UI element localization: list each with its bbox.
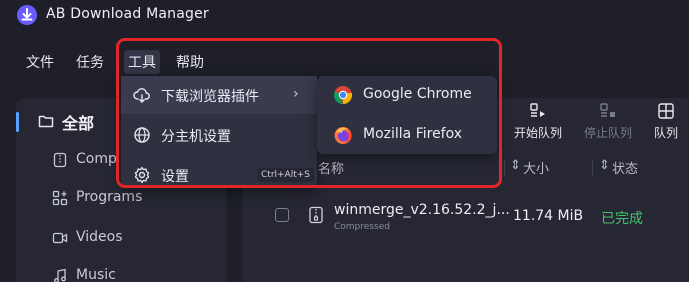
gear-icon bbox=[134, 166, 150, 184]
submenu-item-chrome[interactable]: Google Chrome bbox=[317, 76, 497, 115]
menu-item-browser-extension[interactable]: 下载浏览器插件 › bbox=[121, 76, 317, 114]
title-bar: AB Download Manager bbox=[0, 0, 689, 32]
sidebar-item-label: 全部 bbox=[62, 114, 95, 133]
stop-queue-label: 停止队列 bbox=[583, 126, 632, 140]
folder-icon bbox=[38, 115, 54, 128]
menu-help[interactable]: 帮助 bbox=[172, 50, 208, 74]
queue-button[interactable]: 队列 bbox=[638, 98, 689, 142]
sidebar-item-music[interactable]: Music bbox=[52, 264, 222, 282]
sidebar-item-videos[interactable]: Videos bbox=[52, 226, 222, 250]
menu-item-per-host-settings[interactable]: 分主机设置 bbox=[121, 116, 317, 154]
status-badge: 已完成 bbox=[601, 211, 643, 227]
menu-tasks[interactable]: 任务 bbox=[72, 50, 108, 74]
column-header-status[interactable]: 状态 bbox=[612, 158, 638, 177]
video-icon bbox=[52, 232, 68, 244]
menu-file[interactable]: 文件 bbox=[22, 50, 58, 74]
chrome-icon bbox=[334, 86, 353, 105]
submenu-item-firefox[interactable]: Mozilla Firefox bbox=[317, 116, 497, 155]
menu-item-settings[interactable]: 设置 Ctrl+Alt+S bbox=[121, 156, 317, 194]
file-name: winmerge_v2.16.52.2_j... bbox=[334, 202, 510, 218]
menu-item-label: 下载浏览器插件 bbox=[161, 89, 259, 105]
column-header-name[interactable]: 名称 bbox=[318, 158, 344, 177]
column-divider bbox=[592, 160, 593, 176]
firefox-icon bbox=[334, 127, 352, 144]
sort-icon: ⇕ bbox=[510, 158, 521, 173]
start-queue-label: 开始队列 bbox=[513, 126, 562, 140]
app-title: AB Download Manager bbox=[46, 6, 209, 22]
app-logo-icon bbox=[17, 5, 37, 25]
tools-menu: 下载浏览器插件 › 分主机设置 设置 Ctrl+Alt+S bbox=[121, 76, 317, 188]
table-row[interactable]: winmerge_v2.16.52.2_j... Compressed 11.7… bbox=[242, 198, 689, 232]
queue-label: 队列 bbox=[653, 126, 678, 140]
file-type: Compressed bbox=[334, 222, 390, 232]
queue-icon bbox=[658, 103, 674, 119]
sort-icon: ⇕ bbox=[599, 158, 610, 173]
cloud-download-icon bbox=[133, 88, 150, 103]
compressed-icon bbox=[53, 152, 67, 168]
menu-tools[interactable]: 工具 bbox=[124, 50, 160, 74]
chevron-right-icon: › bbox=[293, 86, 299, 102]
file-size: 11.74 MiB bbox=[513, 208, 584, 224]
programs-icon bbox=[52, 190, 68, 206]
submenu-item-label: Google Chrome bbox=[363, 86, 472, 102]
sidebar-item-label: Comp bbox=[76, 151, 117, 167]
start-queue-button[interactable]: 开始队列 bbox=[510, 98, 566, 142]
menu-bar: 文件 任务 工具 帮助 bbox=[0, 44, 689, 76]
keyboard-shortcut: Ctrl+Alt+S bbox=[257, 168, 314, 182]
row-checkbox[interactable] bbox=[275, 208, 289, 222]
compressed-file-icon bbox=[309, 206, 323, 224]
selection-indicator bbox=[16, 112, 19, 132]
sidebar-item-label: Videos bbox=[76, 229, 123, 245]
column-divider bbox=[504, 160, 505, 176]
music-icon bbox=[54, 268, 66, 282]
globe-icon bbox=[134, 127, 150, 143]
submenu-item-label: Mozilla Firefox bbox=[363, 126, 463, 142]
menu-item-label: 设置 bbox=[161, 169, 189, 185]
sidebar-item-label: Music bbox=[76, 267, 116, 282]
stop-queue-icon bbox=[600, 103, 615, 117]
start-queue-icon bbox=[530, 103, 545, 117]
menu-item-label: 分主机设置 bbox=[161, 129, 231, 145]
browser-extension-submenu: Google Chrome Mozilla Firefox bbox=[317, 76, 497, 154]
column-header-size[interactable]: 大小 bbox=[523, 158, 549, 177]
stop-queue-button[interactable]: 停止队列 bbox=[580, 98, 636, 142]
